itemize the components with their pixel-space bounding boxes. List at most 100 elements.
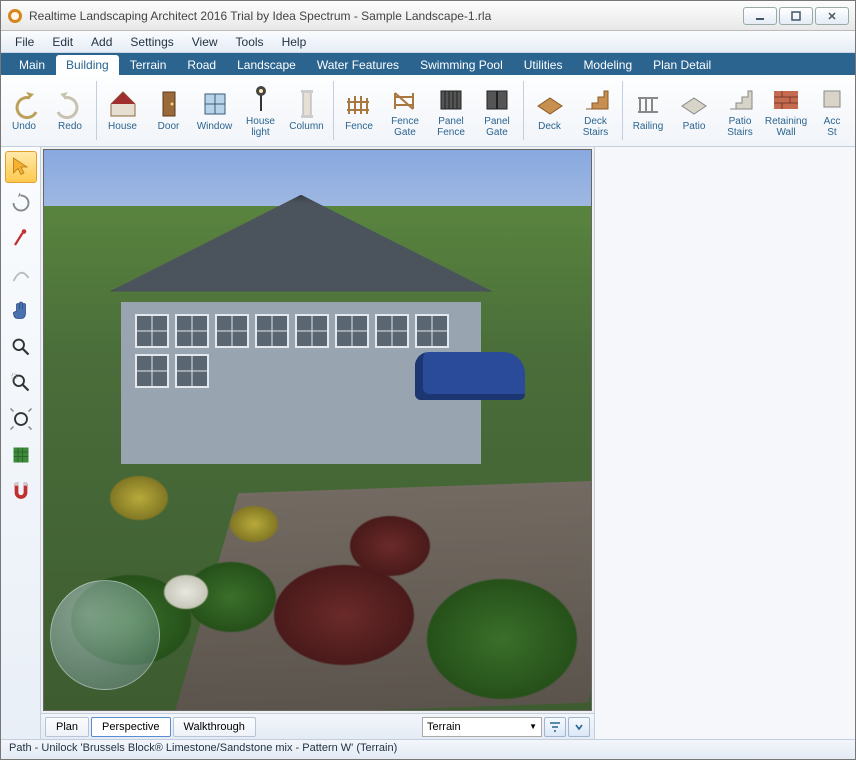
menu-settings[interactable]: Settings <box>122 33 181 51</box>
tool-label: Railing <box>633 122 664 133</box>
ribbon-tab-building[interactable]: Building <box>56 55 119 75</box>
tool-label: Patio Stairs <box>727 117 753 138</box>
zoom-extents-tool[interactable] <box>5 403 37 435</box>
view-tab-walkthrough[interactable]: Walkthrough <box>173 717 256 737</box>
ribbon-tab-swimming-pool[interactable]: Swimming Pool <box>410 55 513 75</box>
left-tool-strip <box>1 147 41 739</box>
patio-stairs-button[interactable]: Patio Stairs <box>717 75 763 146</box>
menubar: FileEditAddSettingsViewToolsHelp <box>1 31 855 53</box>
lamp-icon <box>245 83 277 115</box>
tool-label: House light <box>246 117 275 138</box>
menu-edit[interactable]: Edit <box>44 33 81 51</box>
railing-button[interactable]: Railing <box>625 75 671 146</box>
maximize-button[interactable] <box>779 7 813 25</box>
layer-select-value: Terrain <box>427 721 461 733</box>
zoom-tool[interactable] <box>5 331 37 363</box>
window-model <box>335 314 369 348</box>
minimize-button[interactable] <box>743 7 777 25</box>
patio-icon <box>678 88 710 120</box>
patio-button[interactable]: Patio <box>671 75 717 146</box>
panel-fence-button[interactable]: Panel Fence <box>428 75 474 146</box>
roof <box>110 195 493 303</box>
chevron-down-icon: ▼ <box>529 722 537 731</box>
zoom-selection-tool[interactable] <box>5 367 37 399</box>
tool-label: Retaining Wall <box>765 117 807 138</box>
collapse-button[interactable] <box>568 717 590 737</box>
redo-icon <box>54 88 86 120</box>
view-tabs: PlanPerspectiveWalkthrough <box>45 717 256 737</box>
tool-label: House <box>108 122 137 133</box>
accessory-icon <box>816 83 848 115</box>
view-tab-plan[interactable]: Plan <box>45 717 89 737</box>
viewport-pane: PlanPerspectiveWalkthrough Terrain ▼ <box>41 147 595 739</box>
lamp-button[interactable]: House light <box>238 75 284 146</box>
ribbon-tab-modeling[interactable]: Modeling <box>573 55 642 75</box>
window-model <box>175 354 209 388</box>
window-model <box>375 314 409 348</box>
tool-label: Fence Gate <box>391 117 419 138</box>
window-model <box>215 314 249 348</box>
window-button[interactable]: Window <box>192 75 238 146</box>
view-tab-perspective[interactable]: Perspective <box>91 717 170 737</box>
redo-button[interactable]: Redo <box>47 75 93 146</box>
window-icon <box>199 88 231 120</box>
tool-label: Panel Gate <box>484 117 510 138</box>
tool-label: Acc St <box>824 117 841 138</box>
navigation-orb[interactable] <box>50 580 160 690</box>
tool-label: Panel Fence <box>437 117 465 138</box>
accessory-button[interactable]: Acc St <box>809 75 855 146</box>
layer-select[interactable]: Terrain ▼ <box>422 717 542 737</box>
ribbon-tab-utilities[interactable]: Utilities <box>514 55 573 75</box>
orbit-tool[interactable] <box>5 187 37 219</box>
ribbon-tab-road[interactable]: Road <box>177 55 226 75</box>
deck-button[interactable]: Deck <box>527 75 573 146</box>
ribbon-tab-terrain[interactable]: Terrain <box>120 55 177 75</box>
window-model <box>135 354 169 388</box>
menu-file[interactable]: File <box>7 33 42 51</box>
grid-tool[interactable] <box>5 439 37 471</box>
tool-label: Redo <box>58 122 82 133</box>
tool-label: Deck Stairs <box>583 117 609 138</box>
window-model <box>175 314 209 348</box>
column-icon <box>291 88 323 120</box>
menu-add[interactable]: Add <box>83 33 120 51</box>
house-button[interactable]: House <box>100 75 146 146</box>
house-icon <box>107 88 139 120</box>
panel-gate-button[interactable]: Panel Gate <box>474 75 520 146</box>
tool-label: Column <box>289 122 323 133</box>
move-point-tool[interactable] <box>5 223 37 255</box>
ribbon-tab-water-features[interactable]: Water Features <box>307 55 409 75</box>
ribbon-toolbar: Undo Redo House DoorWindow House light Column… <box>1 75 855 147</box>
close-button[interactable] <box>815 7 849 25</box>
ribbon-tab-plan-detail[interactable]: Plan Detail <box>643 55 721 75</box>
menu-view[interactable]: View <box>184 33 226 51</box>
ribbon-tab-landscape[interactable]: Landscape <box>227 55 306 75</box>
tool-label: Patio <box>683 122 706 133</box>
column-button[interactable]: Column <box>284 75 330 146</box>
menu-help[interactable]: Help <box>274 33 315 51</box>
door-button[interactable]: Door <box>146 75 192 146</box>
undo-icon <box>8 88 40 120</box>
select-tool[interactable] <box>5 151 37 183</box>
ribbon-tab-main[interactable]: Main <box>9 55 55 75</box>
undo-button[interactable]: Undo <box>1 75 47 146</box>
3d-viewport[interactable] <box>43 149 592 711</box>
wall-button[interactable]: Retaining Wall <box>763 75 809 146</box>
shrub <box>350 516 430 576</box>
fence-gate-button[interactable]: Fence Gate <box>382 75 428 146</box>
menu-tools[interactable]: Tools <box>228 33 272 51</box>
railing-icon <box>632 88 664 120</box>
window-model <box>255 314 289 348</box>
tool-label: Deck <box>538 122 561 133</box>
shrub <box>274 565 414 665</box>
snap-tool[interactable] <box>5 475 37 507</box>
car <box>415 352 525 400</box>
fence-button[interactable]: Fence <box>336 75 382 146</box>
curve-tool[interactable] <box>5 259 37 291</box>
filter-button[interactable] <box>544 717 566 737</box>
wall-icon <box>770 83 802 115</box>
deck-stairs-button[interactable]: Deck Stairs <box>573 75 619 146</box>
deck-icon <box>534 88 566 120</box>
pan-tool[interactable] <box>5 295 37 327</box>
tool-label: Undo <box>12 122 36 133</box>
